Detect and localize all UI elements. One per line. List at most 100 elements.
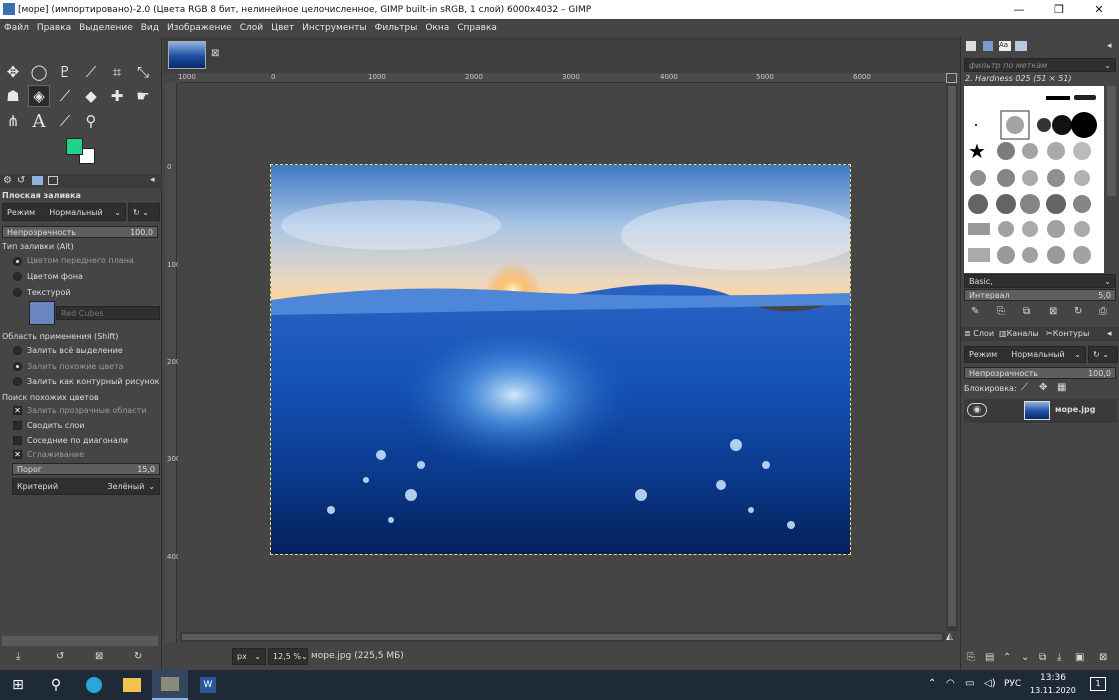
transform-icon[interactable]: ⤡	[132, 61, 154, 83]
merged-checkbox[interactable]	[13, 421, 22, 430]
heal-icon[interactable]: ✚	[106, 85, 128, 107]
tool-options-tab-icon[interactable]: ⚙	[3, 175, 12, 186]
layer-mode-select[interactable]: Режим Нормальный ⌄	[964, 346, 1086, 363]
fill-fg-radio[interactable]	[13, 257, 22, 266]
raise-layer-icon[interactable]: ⌃	[1003, 652, 1011, 663]
open-brush-icon[interactable]: ⎙	[1099, 306, 1107, 317]
delete-brush-icon[interactable]: ⊠	[1049, 306, 1057, 317]
mode-reset-button[interactable]: ↻ ⌄	[128, 203, 160, 221]
new-layer-icon[interactable]: ⎘	[967, 652, 975, 663]
zoom-icon[interactable]: ⚲	[80, 110, 102, 132]
ellipse-select-icon[interactable]: ◯	[28, 61, 50, 83]
area-all-radio[interactable]	[13, 346, 22, 355]
close-icon[interactable]: ✕	[1079, 0, 1119, 19]
refresh-brushes-icon[interactable]: ↻	[1074, 306, 1082, 317]
crop-icon[interactable]: ⌗	[106, 61, 128, 83]
word-icon[interactable]: W	[190, 670, 226, 700]
eraser-icon[interactable]: ◆	[80, 85, 102, 107]
move-tool-icon[interactable]: ✥	[2, 61, 24, 83]
path-icon[interactable]: ⋔	[2, 110, 24, 132]
duplicate-brush-icon[interactable]: ⧉	[1023, 306, 1030, 317]
layer-mode-reset-button[interactable]: ↻ ⌄	[1088, 346, 1118, 363]
chevron-up-icon[interactable]: ⌃	[928, 678, 936, 689]
vertical-scroll-thumb[interactable]	[948, 86, 956, 626]
brushes-tab-icon[interactable]	[966, 41, 976, 51]
pattern-preview[interactable]	[29, 301, 55, 325]
area-lineart-radio[interactable]	[13, 377, 22, 386]
lock-pixels-icon[interactable]: ⟋	[1021, 382, 1028, 393]
image-tab-thumbnail[interactable]	[168, 41, 206, 69]
fonts-tab-icon[interactable]: Aa	[999, 41, 1011, 51]
battery-icon[interactable]: ▭	[965, 678, 974, 689]
menu-layer[interactable]: Слой	[240, 23, 263, 33]
save-options-icon[interactable]: ⤓	[16, 651, 20, 662]
eye-icon[interactable]: ◉	[967, 403, 987, 417]
tab-layers[interactable]: ≣ Слои	[964, 329, 994, 338]
panel-menu-icon[interactable]: ◂	[150, 175, 155, 185]
fuzzy-select-icon[interactable]: ⟋	[80, 61, 102, 83]
brush-scrollbar[interactable]	[1107, 86, 1116, 196]
gimp-taskbar-icon[interactable]	[152, 670, 188, 700]
network-icon[interactable]: ◠	[946, 678, 955, 689]
device-status-tab-icon[interactable]	[48, 176, 58, 185]
duplicate-layer-icon[interactable]: ⧉	[1039, 652, 1046, 663]
notifications-icon[interactable]: 1	[1090, 677, 1106, 691]
menu-select[interactable]: Выделение	[79, 23, 133, 33]
menu-filters[interactable]: Фильтры	[375, 23, 418, 33]
restore-options-icon[interactable]: ↺	[56, 651, 64, 662]
opacity-slider[interactable]: Непрозрачность 100,0	[2, 226, 158, 238]
left-dock-scrollbar[interactable]	[2, 636, 158, 646]
tab-paths[interactable]: ✂Контуры	[1046, 329, 1089, 338]
mask-layer-icon[interactable]: ▣	[1075, 652, 1084, 663]
warp-icon[interactable]: ☗	[2, 85, 24, 107]
horizontal-scrollbar[interactable]	[180, 632, 945, 642]
threshold-slider[interactable]: Порог 15,0	[12, 463, 160, 475]
menu-edit[interactable]: Правка	[37, 23, 71, 33]
tab-channels[interactable]: ▥Каналы	[999, 329, 1039, 338]
diagonal-checkbox[interactable]	[13, 436, 22, 445]
menu-color[interactable]: Цвет	[271, 23, 294, 33]
layer-opacity-slider[interactable]: Непрозрачность 100,0	[964, 367, 1116, 379]
menu-windows[interactable]: Окна	[425, 23, 449, 33]
criterion-select[interactable]: Критерий Зелёный ⌄	[12, 478, 160, 495]
minimize-icon[interactable]: —	[999, 0, 1039, 19]
text-tool-icon[interactable]: A	[28, 110, 50, 132]
navigate-icon[interactable]	[946, 73, 957, 83]
close-tab-icon[interactable]: ⊠	[211, 48, 219, 59]
maximize-icon[interactable]: ❐	[1039, 0, 1079, 19]
anchor-layer-icon[interactable]: ⤓	[1057, 652, 1061, 663]
lasso-icon[interactable]: ♇	[54, 61, 76, 83]
panel-menu-icon[interactable]: ◂	[1107, 329, 1112, 339]
edit-brush-icon[interactable]: ✎	[971, 306, 979, 317]
spacing-slider[interactable]: Интервал 5,0	[964, 289, 1116, 301]
delete-layer-icon[interactable]: ⊠	[1099, 652, 1107, 663]
menu-help[interactable]: Справка	[457, 23, 497, 33]
menu-image[interactable]: Изображение	[167, 23, 232, 33]
language-indicator[interactable]: РУС	[1004, 679, 1021, 689]
fill-bg-radio[interactable]	[13, 272, 22, 281]
horizontal-scroll-thumb[interactable]	[182, 634, 942, 640]
documents-tab-icon[interactable]	[1015, 41, 1027, 51]
menu-tools[interactable]: Инструменты	[302, 23, 366, 33]
paintbrush-icon[interactable]: ⟋	[54, 85, 76, 107]
undo-history-tab-icon[interactable]: ↺	[17, 175, 25, 186]
images-tab-icon[interactable]	[32, 176, 43, 185]
brush-grid[interactable]: ★	[964, 86, 1104, 273]
brush-set-select[interactable]: Basic, ⌄	[964, 274, 1116, 288]
foreground-color-swatch[interactable]	[66, 138, 83, 155]
antialias-checkbox[interactable]: ✕	[13, 450, 22, 459]
tag-filter-input[interactable]: фильтр по меткам ⌄	[964, 58, 1116, 72]
zoom-toggle-icon[interactable]: ◭	[946, 632, 953, 642]
color-picker-icon[interactable]: ⟋	[54, 110, 76, 132]
smudge-icon[interactable]: ☛	[132, 85, 154, 107]
bucket-fill-icon[interactable]: ◈	[28, 85, 50, 107]
search-icon[interactable]: ⚲	[38, 670, 74, 700]
edge-icon[interactable]	[76, 670, 112, 700]
menu-file[interactable]: Файл	[4, 23, 29, 33]
clock-date[interactable]: 13.11.2020	[1030, 686, 1076, 695]
lower-layer-icon[interactable]: ⌄	[1021, 652, 1029, 663]
new-brush-icon[interactable]: ⎘	[997, 306, 1005, 317]
reset-options-icon[interactable]: ↻	[134, 651, 142, 662]
fill-pattern-radio[interactable]	[13, 288, 22, 297]
file-explorer-icon[interactable]	[114, 670, 150, 700]
